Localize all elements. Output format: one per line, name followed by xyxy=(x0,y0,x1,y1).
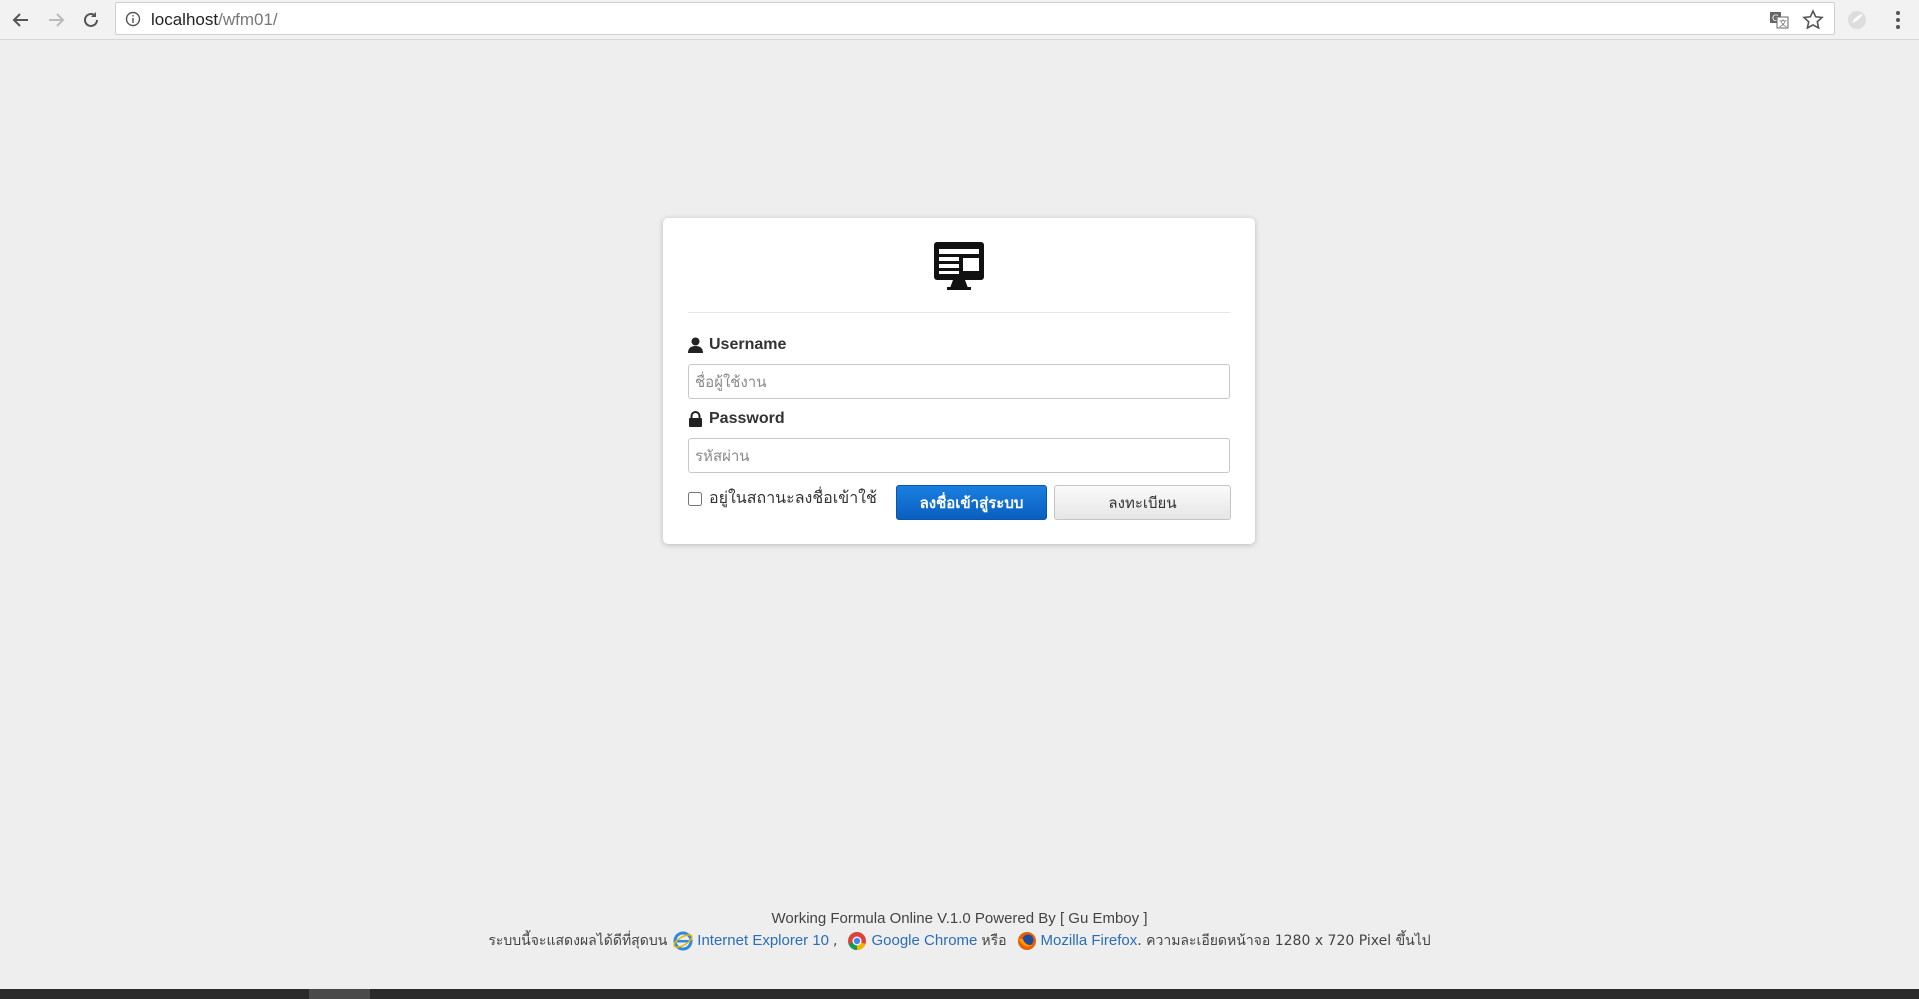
footer-credit: Working Formula Online V.1.0 Powered By … xyxy=(771,910,1148,927)
footer-or: หรือ xyxy=(981,933,1007,949)
remember-label: อยู่ในสถานะลงชื่อเข้าใช้ xyxy=(709,488,877,507)
firefox-link[interactable]: Mozilla Firefox xyxy=(1041,930,1138,952)
svg-text:文: 文 xyxy=(1779,18,1787,28)
card-divider xyxy=(688,312,1230,313)
password-label: Password xyxy=(688,410,785,428)
login-button[interactable]: ลงชื่อเข้าสู่ระบบ xyxy=(896,485,1047,520)
url-path: /wfm01/ xyxy=(218,10,278,29)
chrome-icon xyxy=(848,932,867,950)
info-icon[interactable] xyxy=(125,11,141,27)
taskbar-item[interactable] xyxy=(309,989,370,999)
arrow-right-icon xyxy=(49,13,65,27)
ie-icon xyxy=(673,931,693,951)
username-label: Username xyxy=(688,336,786,354)
url-host: localhost xyxy=(151,10,219,29)
lock-icon xyxy=(689,411,702,427)
chrome-link[interactable]: Google Chrome xyxy=(871,930,977,952)
remember-checkbox[interactable] xyxy=(688,491,702,506)
star-icon[interactable] xyxy=(1802,9,1824,31)
footer-prefix: ระบบนี้จะแสดงผลได้ดีที่สุดบน xyxy=(488,933,668,949)
footer-comma: , xyxy=(833,933,838,949)
arrow-left-icon xyxy=(12,13,28,27)
reload-button[interactable] xyxy=(76,5,106,35)
firefox-icon xyxy=(1017,932,1036,950)
remember-me[interactable]: อยู่ในสถานะลงชื่อเข้าใช้ xyxy=(688,486,877,511)
register-button[interactable]: ลงทะเบียน xyxy=(1054,485,1231,520)
address-bar[interactable]: localhost/wfm01/ G文 xyxy=(115,2,1835,35)
extension-icon[interactable] xyxy=(1845,8,1869,32)
login-card: Username Password อยู่ในสถานะลงชื่อเข้าใ… xyxy=(663,218,1255,544)
footer: Working Formula Online V.1.0 Powered By … xyxy=(0,908,1919,952)
password-input[interactable] xyxy=(688,438,1230,473)
kebab-menu-icon[interactable] xyxy=(1888,8,1908,32)
user-icon xyxy=(688,337,703,353)
password-label-text: Password xyxy=(709,410,785,427)
username-input[interactable] xyxy=(688,364,1230,399)
username-label-text: Username xyxy=(709,336,787,353)
taskbar xyxy=(0,989,1919,999)
ie-link[interactable]: Internet Explorer 10 xyxy=(697,930,829,952)
footer-suffix: . ความละเอียดหน้าจอ 1280 x 720 Pixel ขึ้… xyxy=(1137,933,1431,949)
translate-icon[interactable]: G文 xyxy=(1769,10,1789,30)
forward-button[interactable] xyxy=(41,5,71,35)
back-button[interactable] xyxy=(6,5,36,35)
monitor-icon xyxy=(934,242,984,290)
url-text[interactable]: localhost/wfm01/ xyxy=(151,10,278,30)
reload-icon xyxy=(84,12,98,27)
browser-toolbar: localhost/wfm01/ G文 xyxy=(0,0,1919,40)
footer-browser-note: ระบบนี้จะแสดงผลได้ดีที่สุดบน Internet Ex… xyxy=(0,930,1919,952)
